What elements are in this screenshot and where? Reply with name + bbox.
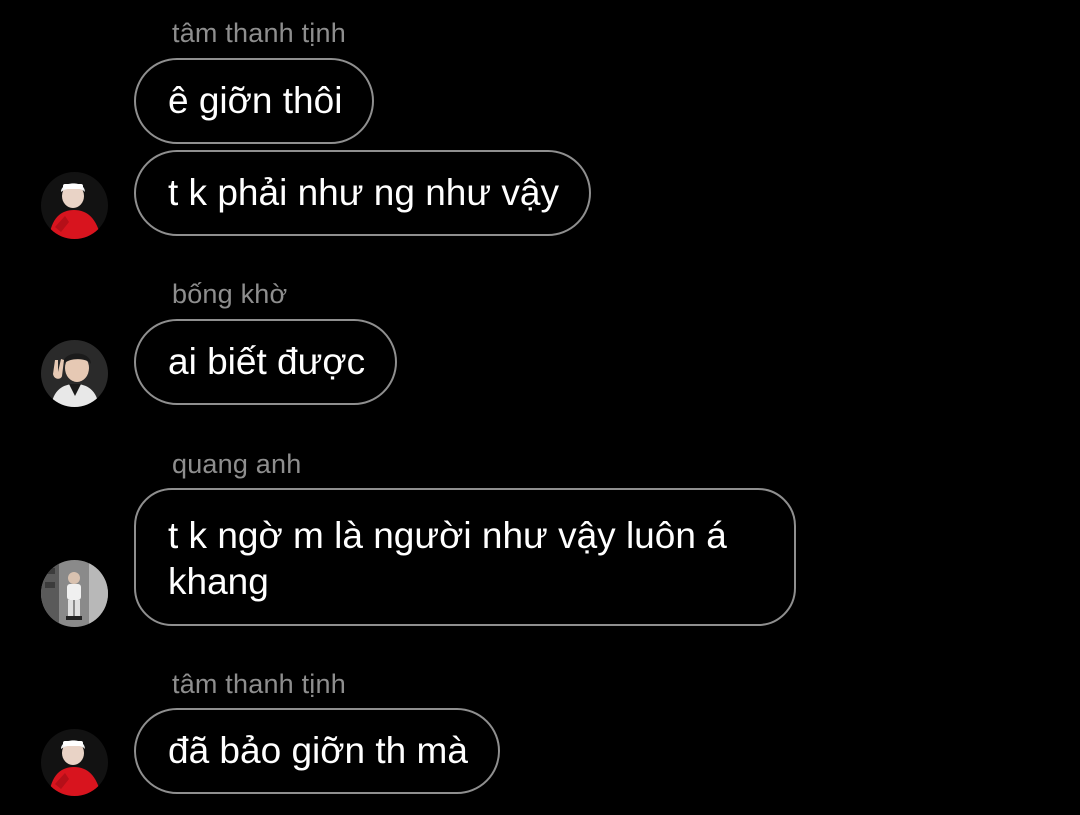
sender-name: bống khờ (172, 279, 288, 309)
sender-name: tâm thanh tịnh (172, 669, 346, 699)
message-bubble[interactable]: ai biết được (134, 319, 398, 405)
chat-thread: tâm thanh tịnh ê giỡn thôi t k phải như … (0, 0, 1080, 815)
sender-name: tâm thanh tịnh (172, 18, 346, 48)
avatar-image (41, 340, 108, 407)
avatar-peace-sign-icon[interactable] (41, 340, 108, 407)
sender-name: quang anh (172, 449, 302, 479)
avatar-image (41, 172, 108, 239)
message-text: ê giỡn thôi (168, 80, 343, 121)
avatar-street-photo-icon[interactable] (41, 560, 108, 627)
avatar-image (41, 560, 108, 627)
avatar-red-shirt-icon[interactable] (41, 172, 108, 239)
message-bubble[interactable]: ê giỡn thôi (134, 58, 375, 144)
message-bubble[interactable]: đã bảo giỡn th mà (134, 708, 500, 794)
message-text: t k phải như ng như vậy (168, 172, 559, 213)
avatar-image (41, 729, 108, 796)
message-text: t k ngờ m là người như vậy luôn á khang (168, 515, 727, 602)
message-text: ai biết được (168, 341, 366, 382)
avatar-red-shirt-icon[interactable] (41, 729, 108, 796)
message-text: đã bảo giỡn th mà (168, 730, 468, 771)
message-bubble[interactable]: t k ngờ m là người như vậy luôn á khang (134, 488, 796, 626)
message-bubble[interactable]: t k phải như ng như vậy (134, 150, 591, 236)
